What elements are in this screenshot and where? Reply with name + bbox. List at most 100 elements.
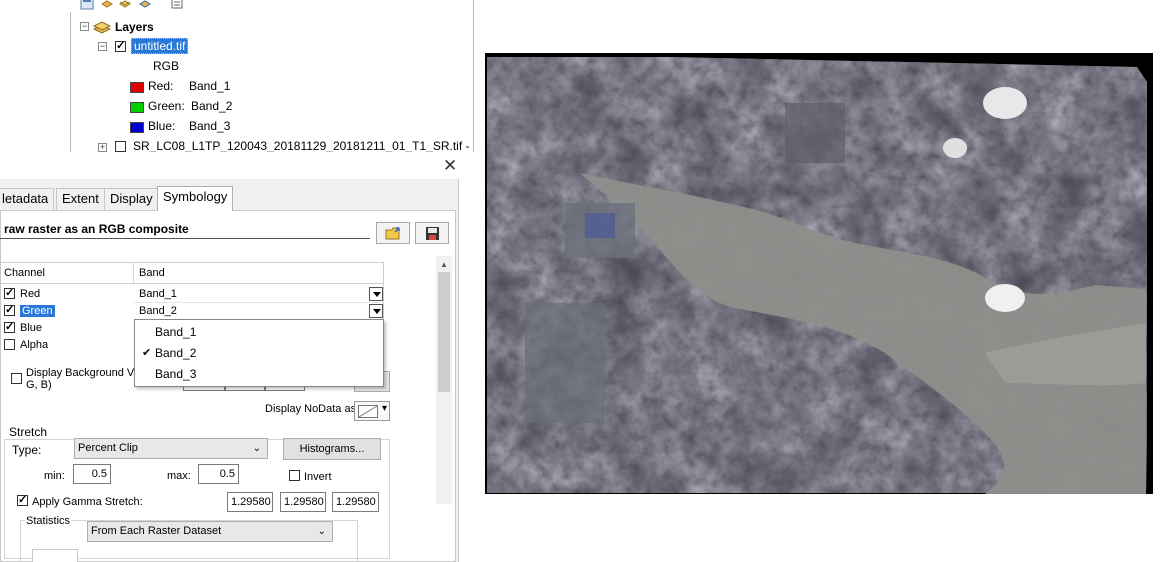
gamma-label: Apply Gamma Stretch: [32,496,143,508]
gamma-green-field[interactable]: 1.29580 [280,492,326,512]
save-icon [426,227,439,240]
toc-right-border [473,0,474,152]
dropdown-option-band-2[interactable]: Band_2 [155,346,196,360]
tab-display[interactable]: Display [104,188,159,210]
nodata-color-picker[interactable]: ▾ [354,401,390,421]
list-by-source-icon[interactable] [100,0,114,10]
table-of-contents: − Layers − untitled.tif RGB Red: Band_1 … [0,0,478,152]
layer-properties-dialog: ✕ letadata Extent Display Symbology raw … [0,152,470,562]
gamma-checkbox[interactable] [17,493,28,506]
channel-column-header: Channel [4,267,45,279]
chevron-down-icon[interactable] [369,287,383,301]
expand-layers-toggle[interactable]: − [80,22,89,31]
layer-visibility-checkbox[interactable] [115,39,126,52]
renderer-title: raw raster as an RGB composite [4,222,189,236]
list-by-drawing-order-icon[interactable] [80,0,94,10]
second-layer-checkbox[interactable] [115,141,126,152]
invert-label: Invert [304,471,332,483]
urban-area-south [525,303,605,423]
channel-row-green: Green Band_2 [0,303,384,320]
alpha-channel-checkbox[interactable] [4,339,15,350]
display-nodata-label: Display NoData as [265,403,357,415]
open-folder-icon [385,227,400,240]
dropdown-option-band-3[interactable]: Band_3 [155,367,196,381]
cloud [983,87,1027,119]
expand-layer-toggle[interactable]: − [98,42,107,51]
histograms-button[interactable]: Histograms... [283,438,381,460]
tab-extent[interactable]: Extent [56,188,105,210]
invert-checkbox[interactable] [289,470,300,481]
toc-frame-line [70,12,71,152]
chevron-down-icon: ▾ [381,403,387,414]
stretch-group-label: Stretch [8,425,49,439]
stretch-type-select[interactable]: Percent Clip ⌄ [74,438,268,459]
blue-channel-label: Blue [20,322,43,334]
chevron-down-icon: ⌄ [252,443,261,454]
display-background-label: Display Background Va [26,367,140,379]
blue-swatch [130,122,144,133]
list-by-selection-icon[interactable] [138,0,152,10]
statistics-subtab[interactable] [32,549,78,562]
check-icon: ✔ [142,347,152,359]
gamma-blue-field[interactable]: 1.29580 [332,492,379,512]
dialog-right-edge [458,179,470,562]
legend-red-channel: Red: [148,79,174,93]
urban-blue-roofs [585,213,615,238]
renderer-title-underline [0,238,370,239]
nodata-swatch-icon [358,405,378,418]
stretch-type-label: Type: [12,443,42,457]
green-channel-label: Green [20,305,55,317]
chevron-down-icon[interactable] [369,304,383,318]
display-background-checkbox[interactable] [11,373,22,384]
dropdown-option-band-1[interactable]: Band_1 [155,325,196,339]
tab-metadata[interactable]: letadata [0,188,55,210]
red-channel-checkbox[interactable] [4,286,15,299]
cloud [985,284,1025,312]
statistics-group-label: Statistics [25,515,72,527]
display-background-label-2: G, B) [26,379,52,391]
tab-symbology[interactable]: Symbology [157,186,234,211]
import-symbology-button[interactable] [376,222,410,244]
scroll-up-icon[interactable]: ▲ [440,260,448,269]
list-by-visibility-icon[interactable] [118,0,132,10]
urban-area-north [785,103,845,163]
band-column-header: Band [139,267,165,279]
save-symbology-button[interactable] [415,222,449,244]
dialog-title-bar [0,152,470,179]
channel-row-red: Red Band_1 [0,286,384,303]
close-icon[interactable]: ✕ [443,156,457,176]
statistics-value: From Each Raster Dataset [91,525,222,537]
red-band-value: Band_1 [139,288,177,300]
layer-name[interactable]: untitled.tif [131,37,189,55]
min-label: min: [44,470,65,482]
legend-green-band: Band_2 [191,99,233,113]
max-label: max: [167,470,191,482]
toc-toolbar [70,0,200,12]
red-swatch [130,82,144,93]
renderer-label: RGB [153,59,180,73]
band-dropdown-list: Band_1 ✔ Band_2 Band_3 [134,319,384,387]
scrollbar-thumb[interactable] [438,272,450,392]
second-layer-name[interactable]: SR_LC08_L1TP_120043_20181129_20181211_01… [133,137,473,152]
gamma-red-field[interactable]: 1.29580 [227,492,273,512]
layer-name-text: untitled.tif [131,38,189,54]
grid-header: Channel Band [0,262,384,285]
cloud [943,138,967,158]
max-field[interactable]: 0.5 [198,464,239,484]
green-swatch [130,102,144,113]
green-channel-text: Green [20,305,55,317]
satellite-raster-image[interactable] [485,53,1153,494]
properties-scrollbar[interactable]: ▲ [436,256,452,504]
layers-icon [93,21,111,34]
options-icon[interactable] [170,0,184,10]
green-channel-checkbox[interactable] [4,303,15,316]
expand-second-layer-toggle[interactable]: + [98,143,107,152]
legend-blue-channel: Blue: [148,119,176,133]
layers-root-label[interactable]: Layers [115,18,154,36]
blue-channel-checkbox[interactable] [4,320,15,333]
legend-blue-band: Band_3 [189,119,231,133]
alpha-channel-label: Alpha [20,339,49,351]
stretch-type-value: Percent Clip [78,442,138,454]
statistics-select[interactable]: From Each Raster Dataset ⌄ [87,521,333,542]
min-field[interactable]: 0.5 [73,464,111,484]
